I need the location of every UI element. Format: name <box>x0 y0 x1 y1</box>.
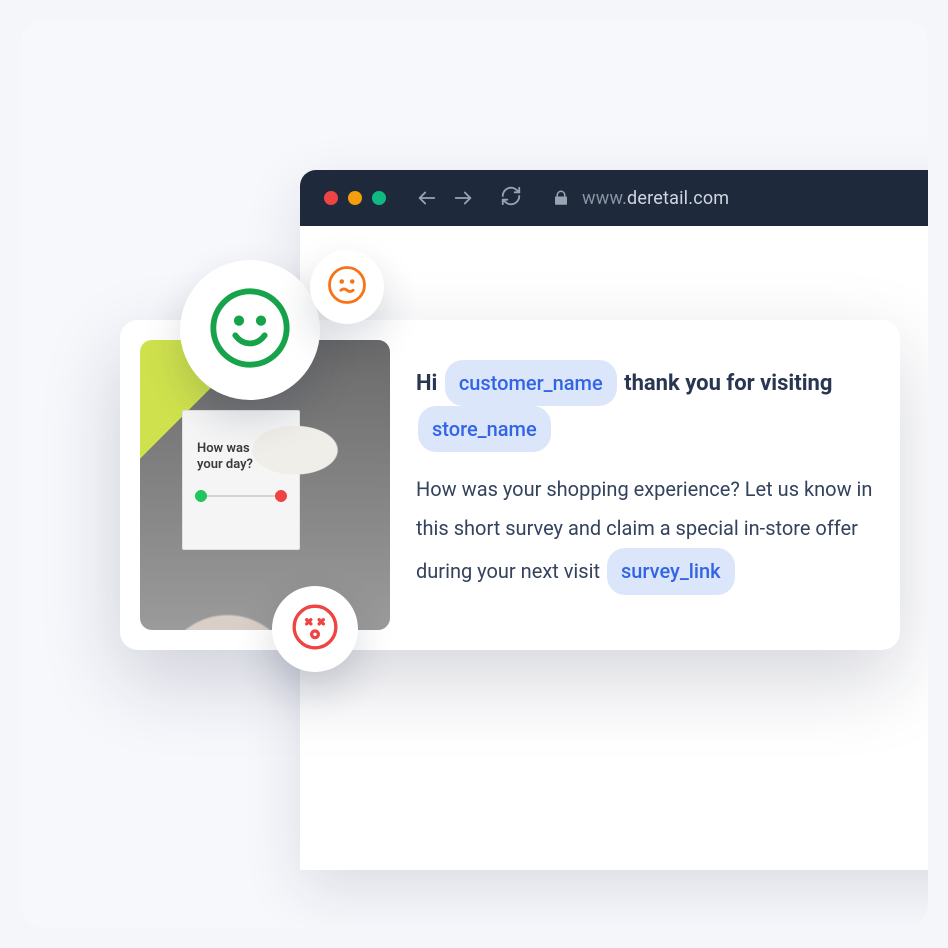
dead-face-icon <box>290 602 340 656</box>
window-controls <box>324 191 386 205</box>
nav-arrows <box>416 187 474 209</box>
happy-bubble <box>180 260 320 400</box>
poster-scale <box>195 487 287 505</box>
token-customer-name[interactable]: customer_name <box>445 360 617 406</box>
lock-icon <box>552 189 570 207</box>
url-prefix: www. <box>582 188 627 209</box>
address-bar[interactable]: www.deretail.com <box>552 188 729 209</box>
reload-button[interactable] <box>500 185 522 211</box>
url-text: www.deretail.com <box>582 188 729 209</box>
window-zoom-dot[interactable] <box>372 191 386 205</box>
card-heading: Hi customer_name thank you for visiting … <box>416 360 880 452</box>
card-content: Hi customer_name thank you for visiting … <box>416 340 880 630</box>
smile-icon <box>206 284 294 376</box>
greeting-mid: thank you for visiting <box>624 371 832 396</box>
page-canvas: www.deretail.com How was your day? Hi cu… <box>20 20 928 928</box>
card-body: How was your shopping experience? Let us… <box>416 470 880 595</box>
token-survey-link[interactable]: survey_link <box>607 548 735 595</box>
back-button[interactable] <box>416 187 438 209</box>
confused-icon <box>326 264 368 310</box>
greeting-pre: Hi <box>416 371 443 396</box>
url-host: deretail.com <box>627 188 729 209</box>
window-close-dot[interactable] <box>324 191 338 205</box>
forward-button[interactable] <box>452 187 474 209</box>
confused-bubble <box>310 250 384 324</box>
window-minimize-dot[interactable] <box>348 191 362 205</box>
poster-caption: How was your day? <box>197 441 253 472</box>
photo-poster: How was your day? <box>182 410 300 550</box>
dead-bubble <box>272 586 358 672</box>
token-store-name[interactable]: store_name <box>418 406 551 452</box>
browser-titlebar: www.deretail.com <box>300 170 928 226</box>
